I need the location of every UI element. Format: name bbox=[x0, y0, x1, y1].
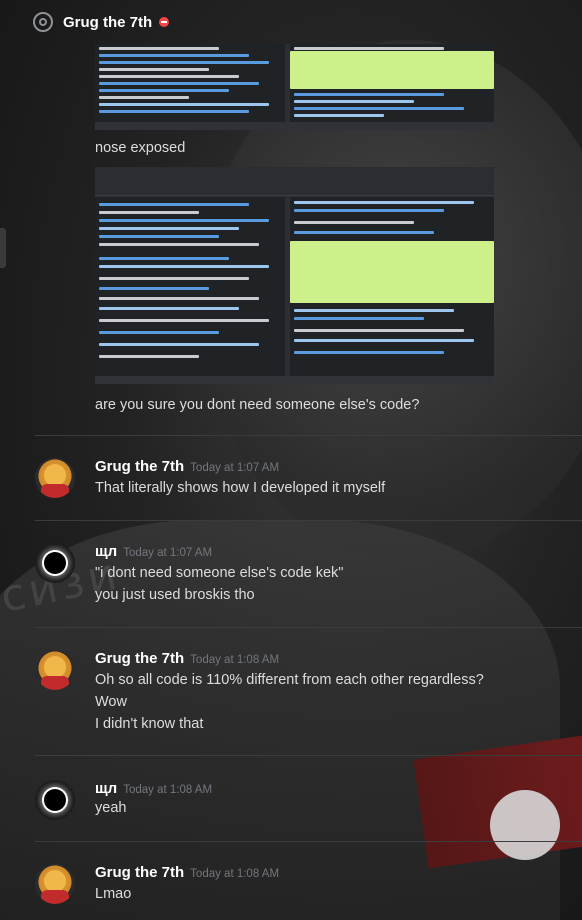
channel-title[interactable]: Grug the 7th bbox=[63, 14, 152, 31]
attachment-caption-1: nose exposed bbox=[95, 140, 186, 156]
avatar[interactable] bbox=[35, 864, 75, 904]
message-group: щл Today at 1:07 AM "i dont need someone … bbox=[0, 533, 582, 613]
username[interactable]: Grug the 7th bbox=[95, 458, 184, 475]
message-divider bbox=[35, 755, 582, 756]
avatar[interactable] bbox=[35, 650, 75, 690]
attachment-image-2[interactable] bbox=[95, 167, 494, 384]
message-line: Lmao bbox=[95, 886, 132, 902]
code-pane-right bbox=[290, 44, 494, 122]
message-line: I didn't know that bbox=[95, 716, 204, 732]
message-line: Oh so all code is 110% different from ea… bbox=[95, 672, 484, 688]
message-group: Grug the 7th Today at 1:08 AM Lmao bbox=[0, 854, 582, 914]
message-divider bbox=[35, 520, 582, 521]
code-pane-left bbox=[95, 197, 285, 376]
message-group: щл Today at 1:08 AM yeah bbox=[0, 770, 582, 830]
eclipse-icon bbox=[44, 789, 66, 811]
sidebar-handle[interactable] bbox=[0, 228, 6, 268]
message-line: yeah bbox=[95, 800, 127, 816]
timestamp: Today at 1:08 AM bbox=[190, 654, 280, 666]
message-group: Grug the 7th Today at 1:07 AM That litera… bbox=[0, 448, 582, 508]
channel-header: Grug the 7th bbox=[0, 0, 582, 44]
username[interactable]: Grug the 7th bbox=[95, 864, 184, 881]
dnd-status-icon bbox=[159, 17, 170, 27]
message-divider bbox=[35, 435, 582, 436]
timestamp: Today at 1:08 AM bbox=[190, 868, 280, 880]
attachment-image-1[interactable] bbox=[95, 44, 494, 130]
avatar[interactable] bbox=[35, 543, 75, 583]
editor-statusbar bbox=[95, 122, 494, 130]
code-pane-left bbox=[95, 44, 285, 122]
editor-statusbar bbox=[95, 376, 494, 384]
timestamp: Today at 1:07 AM bbox=[123, 547, 213, 559]
avatar[interactable] bbox=[35, 780, 75, 820]
username[interactable]: щл bbox=[95, 543, 117, 560]
username[interactable]: Grug the 7th bbox=[95, 650, 184, 667]
at-icon bbox=[33, 12, 53, 32]
timestamp: Today at 1:07 AM bbox=[190, 462, 280, 474]
message-line: you just used broskis tho bbox=[95, 587, 255, 603]
message-divider bbox=[35, 841, 582, 842]
avatar[interactable] bbox=[35, 458, 75, 498]
editor-toolbar bbox=[95, 167, 494, 196]
message-line: That literally shows how I developed it … bbox=[95, 480, 386, 496]
eclipse-icon bbox=[44, 552, 66, 574]
code-pane-right bbox=[290, 197, 494, 376]
timestamp: Today at 1:08 AM bbox=[123, 784, 213, 796]
username[interactable]: щл bbox=[95, 780, 117, 797]
message-line: "i dont need someone else's code kek" bbox=[95, 565, 344, 581]
message-line: Wow bbox=[95, 694, 127, 710]
message-group: Grug the 7th Today at 1:08 AM Oh so all c… bbox=[0, 640, 582, 740]
attachment-caption-2: are you sure you dont need someone else'… bbox=[95, 397, 420, 413]
message-divider bbox=[35, 627, 582, 628]
